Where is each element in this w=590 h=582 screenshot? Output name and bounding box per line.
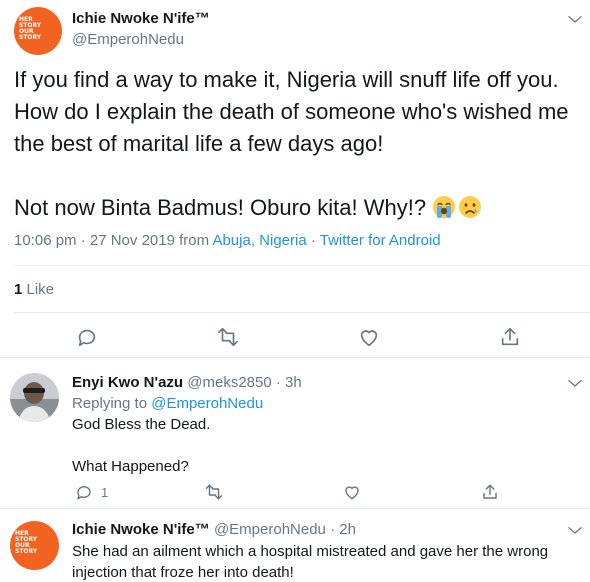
tweet-text: If you find a way to make it, Nigeria wi… xyxy=(14,67,575,220)
replying-to: Replying to @EmperohNedu xyxy=(72,395,263,412)
display-name[interactable]: Ichie Nwoke N'ife™ xyxy=(72,521,210,538)
avatar-logo-text: HER STORY OUR STORY xyxy=(15,530,38,555)
handle-time[interactable]: @EmperohNedu · 2h xyxy=(210,521,356,538)
share-icon[interactable] xyxy=(499,326,521,348)
divider xyxy=(14,312,590,313)
client-link[interactable]: Twitter for Android xyxy=(320,232,441,249)
loudly-crying-face-emoji xyxy=(432,195,456,219)
tweet-timestamp[interactable]: 10:06 pm · 27 Nov 2019 from xyxy=(14,232,212,249)
like-icon[interactable] xyxy=(343,483,361,501)
reply-count: 1 xyxy=(101,485,109,500)
reply-text: She had an ailment which a hospital mist… xyxy=(72,543,553,581)
reply-tweet[interactable]: Enyi Kwo N'azu @meks2850 · 3h Replying t… xyxy=(0,358,590,508)
reply-icon[interactable] xyxy=(76,326,98,348)
crying-face-emoji xyxy=(458,195,482,219)
share-icon[interactable] xyxy=(481,483,499,501)
retweet-icon[interactable] xyxy=(217,326,239,348)
like-count-link[interactable]: 1 Like xyxy=(14,281,54,298)
reply-tweet[interactable]: HER STORY OUR STORY Ichie Nwoke N'ife™ @… xyxy=(0,509,590,582)
chevron-down-icon[interactable] xyxy=(566,521,584,539)
like-icon[interactable] xyxy=(358,326,380,348)
avatar[interactable]: HER STORY OUR STORY xyxy=(14,7,62,55)
display-name[interactable]: Enyi Kwo N'azu xyxy=(72,374,183,391)
reply-author-line: Ichie Nwoke N'ife™ @EmperohNedu · 2h xyxy=(72,521,356,538)
meta-separator: · xyxy=(306,232,320,249)
avatar-logo-text: HER STORY OUR STORY xyxy=(19,16,42,41)
avatar[interactable] xyxy=(10,373,59,422)
tweet-metadata: 10:06 pm · 27 Nov 2019 from Abuja, Niger… xyxy=(14,232,441,249)
avatar[interactable]: HER STORY OUR STORY xyxy=(10,521,59,570)
location-link[interactable]: Abuja, Nigeria xyxy=(212,232,306,249)
divider xyxy=(14,265,590,266)
replying-to-handle[interactable]: @EmperohNedu xyxy=(151,395,263,412)
like-label: Like xyxy=(22,281,55,298)
chevron-down-icon[interactable] xyxy=(566,374,584,392)
reply-icon[interactable] xyxy=(75,483,93,501)
replying-to-label: Replying to xyxy=(72,395,152,412)
reply-author-line: Enyi Kwo N'azu @meks2850 · 3h xyxy=(72,374,302,391)
display-name[interactable]: Ichie Nwoke N'ife™ xyxy=(72,10,210,27)
chevron-down-icon[interactable] xyxy=(566,10,584,28)
handle-time[interactable]: @meks2850 · 3h xyxy=(183,374,301,391)
main-tweet: HER STORY OUR STORY Ichie Nwoke N'ife™ @… xyxy=(0,0,590,357)
reply-text: God Bless the Dead. What Happened? xyxy=(72,416,211,475)
retweet-icon[interactable] xyxy=(205,483,223,501)
user-handle[interactable]: @EmperohNedu xyxy=(72,31,184,48)
